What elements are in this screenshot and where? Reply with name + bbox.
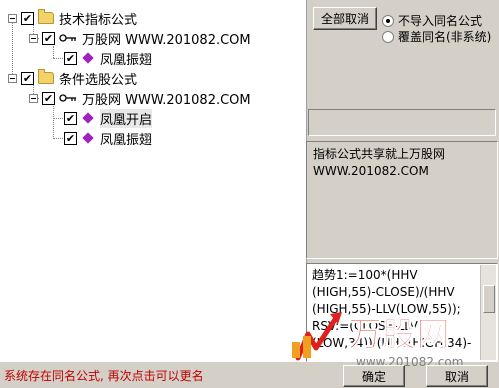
description-line: 指标公式共享就上万股网 <box>313 147 446 161</box>
tree-item-formula[interactable]: ✔ 凤凰开启 <box>64 108 153 128</box>
formula-icon <box>82 52 94 64</box>
radio-no-import[interactable]: 不导入同名公式 <box>382 12 482 29</box>
radio-label: 不导入同名公式 <box>398 14 483 28</box>
tree-subgroup-label: 万股网 WWW.201082.COM <box>82 92 251 108</box>
vertical-scrollbar[interactable] <box>480 265 496 360</box>
collapse-toggle-icon[interactable] <box>8 73 17 83</box>
tree-item-label: 凤凰开启 <box>100 108 153 128</box>
tree-connector <box>53 118 63 119</box>
tree-connector <box>53 58 63 59</box>
tree-connector <box>53 106 54 139</box>
collapse-toggle-icon[interactable] <box>8 13 17 23</box>
radio-overwrite[interactable]: 覆盖同名(非系统) <box>382 28 491 45</box>
key-icon <box>59 93 77 103</box>
scrollbar-thumb[interactable] <box>483 285 495 313</box>
tree-group-technical[interactable]: ✔ 技术指标公式 <box>8 9 138 28</box>
formula-icon <box>82 132 94 144</box>
tree-item-formula[interactable]: ✔ 凤凰振翅 <box>64 129 153 148</box>
collapse-toggle-icon[interactable] <box>29 93 38 103</box>
tree-group-condition[interactable]: ✔ 条件选股公式 <box>8 69 138 88</box>
tree-subgroup-label: 万股网 WWW.201082.COM <box>82 32 251 48</box>
item-checkbox[interactable]: ✔ <box>64 111 77 125</box>
subgroup-checkbox[interactable]: ✔ <box>42 31 55 45</box>
name-box <box>308 109 496 136</box>
tree-subgroup-site[interactable]: ✔ 万股网 WWW.201082.COM <box>29 89 251 108</box>
subgroup-checkbox[interactable]: ✔ <box>42 91 55 105</box>
group-checkbox[interactable]: ✔ <box>21 11 34 25</box>
tree-item-formula[interactable]: ✔ 凤凰振翅 <box>64 49 153 68</box>
formula-tree[interactable]: ✔ 技术指标公式 ✔ 万股网 WWW.201082.COM ✔ 凤凰振翅 ✔ 条… <box>0 0 307 362</box>
collapse-toggle-icon[interactable] <box>29 33 38 43</box>
tree-connector <box>53 138 63 139</box>
key-icon <box>59 33 77 43</box>
tree-connector <box>53 46 54 58</box>
item-checkbox[interactable]: ✔ <box>64 131 77 145</box>
description-line: WWW.201082.COM <box>313 164 429 178</box>
group-checkbox[interactable]: ✔ <box>21 71 34 85</box>
radio-button[interactable] <box>382 30 394 43</box>
folder-icon <box>38 69 54 84</box>
radio-button[interactable] <box>382 14 394 27</box>
item-checkbox[interactable]: ✔ <box>64 51 77 65</box>
tree-subgroup-site[interactable]: ✔ 万股网 WWW.201082.COM <box>29 29 251 48</box>
tree-item-label: 凤凰振翅 <box>100 52 153 68</box>
formula-code-box[interactable]: 趋势1:=100*(HHV (HIGH,55)-CLOSE)/(HHV (HIG… <box>306 263 498 362</box>
ok-button[interactable]: 确定 <box>343 365 405 387</box>
description-box: 指标公式共享就上万股网 WWW.201082.COM <box>306 141 498 259</box>
tree-group-label: 技术指标公式 <box>59 12 138 28</box>
status-message: 系统存在同名公式, 再次点击可以更名 <box>4 369 204 383</box>
cancel-button[interactable]: 取消 <box>426 365 488 387</box>
formula-icon <box>82 112 94 124</box>
radio-label: 覆盖同名(非系统) <box>398 30 492 44</box>
folder-icon <box>38 9 54 24</box>
tree-item-label: 凤凰振翅 <box>100 132 153 148</box>
cancel-all-button[interactable]: 全部取消 <box>313 7 377 30</box>
tree-group-label: 条件选股公式 <box>59 72 138 88</box>
formula-code-text: 趋势1:=100*(HHV (HIGH,55)-CLOSE)/(HHV (HIG… <box>312 268 472 350</box>
